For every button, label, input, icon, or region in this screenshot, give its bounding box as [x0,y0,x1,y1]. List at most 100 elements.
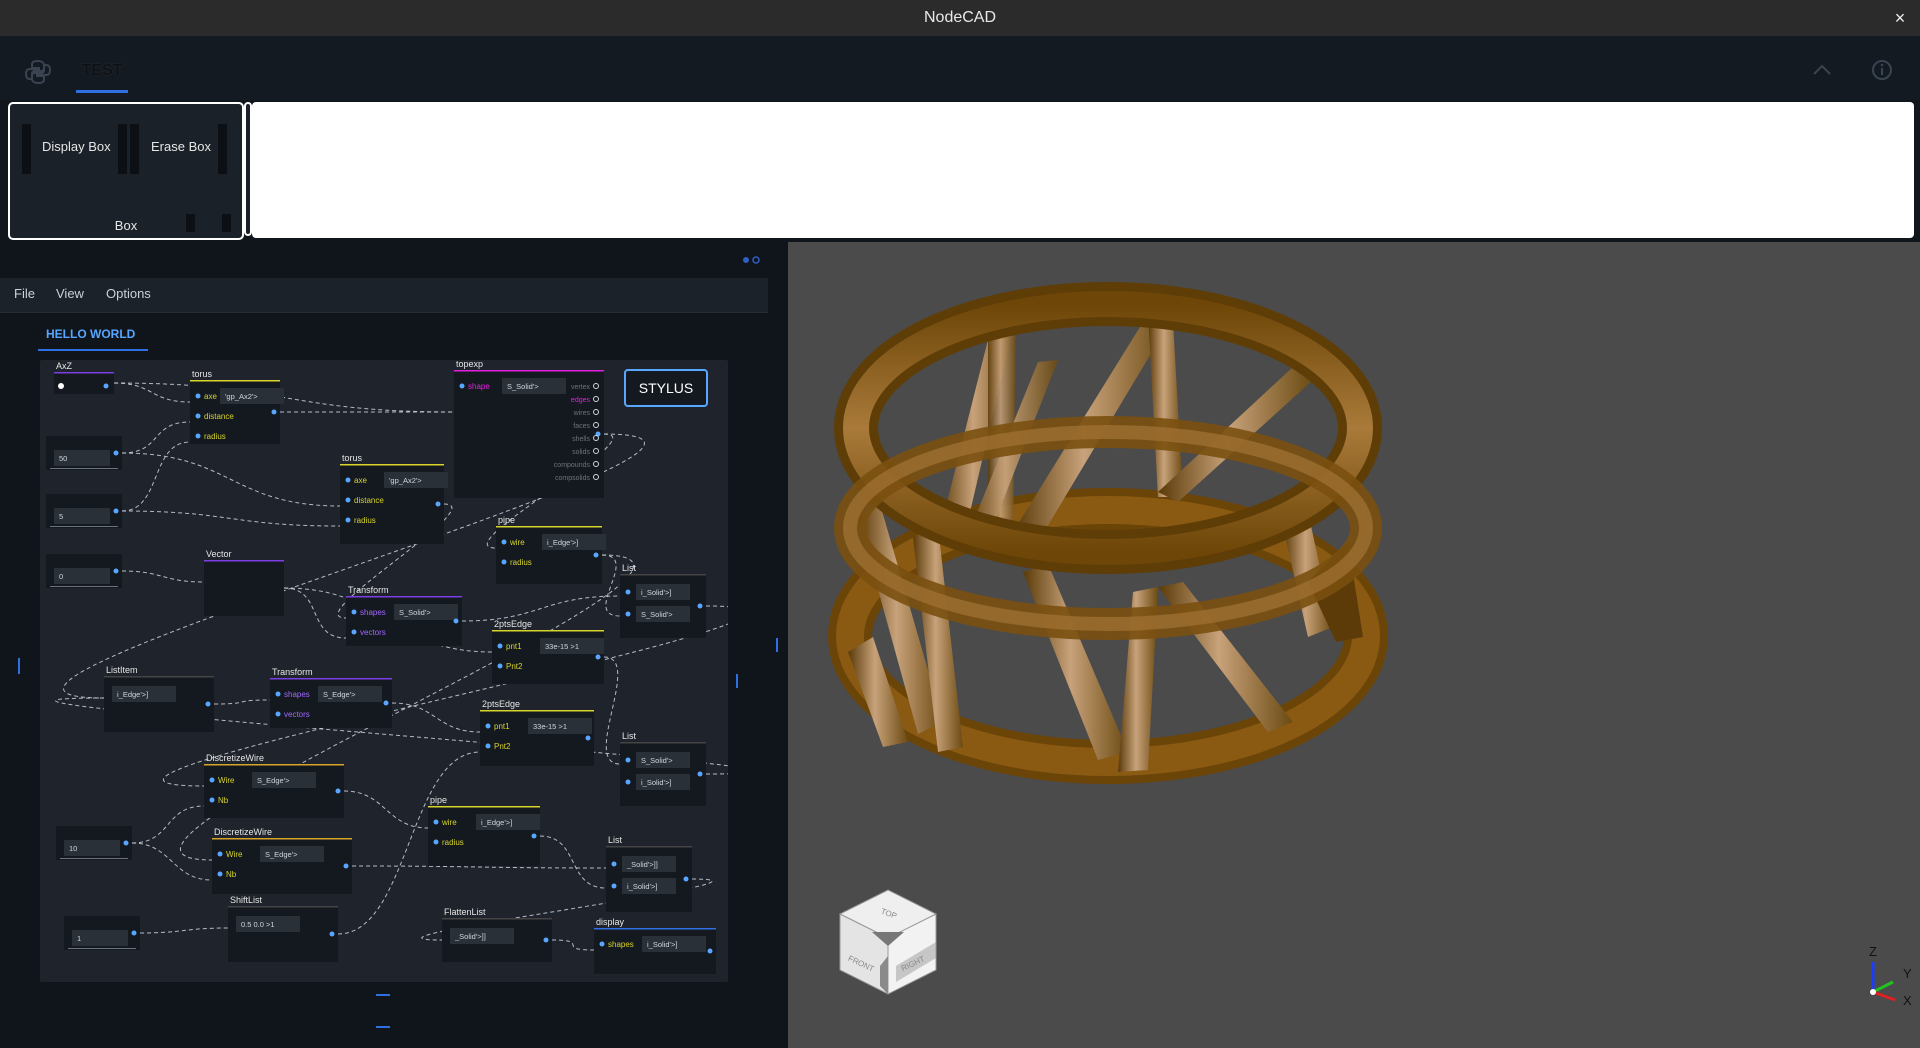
output-port[interactable] [383,700,389,706]
output-port[interactable] [543,937,549,943]
graph-node-pipe2[interactable]: pipe wire radius i_Edge'>] [428,795,540,866]
graph-node-list1[interactable]: List i_Solid'>] S_Solid'> [620,563,706,638]
input-port[interactable] [625,611,631,617]
output-port[interactable] [131,930,137,936]
output-port[interactable] [335,788,341,794]
output-port[interactable] [343,863,349,869]
input-port[interactable] [217,851,223,857]
input-port[interactable] [497,643,503,649]
graph-node-flattenlist[interactable]: FlattenList _Solid'>]] [442,907,552,962]
input-port[interactable] [345,517,351,523]
graph-node-list2[interactable]: List S_Solid'> i_Solid'>] [620,731,706,806]
output-port[interactable] [329,931,335,937]
input-port[interactable] [345,497,351,503]
input-port[interactable] [611,861,617,867]
input-port[interactable] [275,711,281,717]
graph-node-pipe1[interactable]: pipe wire radius i_Edge'>] [496,515,606,584]
graph-node-transform1[interactable]: Transform shapes vectors S_Solid'> [346,585,462,646]
stylus-button[interactable]: STYLUS [624,369,708,407]
tab-test[interactable]: TEST [74,60,130,100]
graph-node-vector[interactable]: Vector [204,549,284,616]
slider-track[interactable] [50,586,118,587]
graph-node-transform2[interactable]: Transform shapes vectors S_Edge'> [270,667,392,728]
output-port[interactable] [103,383,109,389]
output-port[interactable] [113,508,119,514]
graph-node-discwire2[interactable]: DiscretizeWire Wire Nb S_Edge'> [212,827,352,894]
erase-box-button[interactable]: Erase Box [151,139,211,154]
graph-node-twopts2[interactable]: 2ptsEdge pnt1 Pnt2 33e-15 >1 [480,699,594,766]
slider-track[interactable] [50,468,118,469]
info-icon[interactable] [1870,58,1894,82]
input-port[interactable] [599,941,605,947]
output-port[interactable] [271,409,277,415]
slider-track[interactable] [50,526,118,527]
input-port[interactable] [195,393,201,399]
input-port[interactable] [345,477,351,483]
graph-node-torus2[interactable]: torus axe distance radius 'gp_Ax2'> [340,453,448,544]
display-box-button[interactable]: Display Box [42,139,111,154]
graph-node-num2[interactable]: 5 [46,494,122,528]
input-port[interactable] [611,883,617,889]
graph-node-listitem[interactable]: ListItem i_Edge'>] [104,665,214,732]
input-port[interactable] [351,629,357,635]
output-port[interactable] [123,840,129,846]
input-port[interactable] [275,691,281,697]
input-port[interactable] [625,757,631,763]
input-port[interactable] [217,871,223,877]
slider-track[interactable] [60,858,128,859]
output-port[interactable] [683,876,689,882]
output-port[interactable] [205,701,211,707]
panel-divider[interactable] [244,102,252,236]
cylinder-lattice-model[interactable] [788,242,1920,1048]
node-graph[interactable]: AxZtorusaxedistanceradius'gp_Ax2'>torusa… [40,360,728,982]
python-icon[interactable] [24,58,52,86]
menu-file[interactable]: File [14,286,35,301]
graph-node-shiftlist[interactable]: ShiftList 0.5 0.0 >1 [228,895,338,962]
output-port[interactable] [113,450,119,456]
node-graph-canvas[interactable]: AxZ torus axe distance radius'gp_Ax2'> torus a… [40,360,728,982]
output-port[interactable] [585,735,591,741]
input-port[interactable] [485,723,491,729]
output-port[interactable] [453,618,459,624]
input-port[interactable] [433,839,439,845]
input-port[interactable] [625,779,631,785]
input-port[interactable] [209,777,215,783]
radio-indicator[interactable] [58,383,64,389]
menu-options[interactable]: Options [106,286,151,301]
graph-node-torus1[interactable]: torus axe distance radius 'gp_Ax2'> [190,369,284,444]
graph-node-num3[interactable]: 0 [46,554,122,588]
graph-node-num5[interactable]: 1 [64,916,140,950]
input-port[interactable] [497,663,503,669]
input-port[interactable] [195,413,201,419]
navigation-cube[interactable]: TOP FRONT RIGHT [828,882,948,1002]
input-port[interactable] [501,539,507,545]
output-port[interactable] [593,552,599,558]
graph-node-twopts1[interactable]: 2ptsEdge pnt1 Pnt2 33e-15 >1 [492,619,604,684]
input-port[interactable] [209,797,215,803]
graph-node-list3[interactable]: List _Solid'>]] i_Solid'>] [606,835,692,912]
output-port[interactable] [707,948,713,954]
input-port[interactable] [195,433,201,439]
close-button[interactable]: × [1890,0,1910,36]
input-port[interactable] [485,743,491,749]
input-port[interactable] [351,609,357,615]
3d-viewport[interactable]: TOP FRONT RIGHT Z Y X [788,242,1920,1048]
output-port[interactable] [595,654,601,660]
output-port[interactable] [697,603,703,609]
output-port[interactable] [435,501,441,507]
graph-node-axz[interactable]: AxZ [54,361,114,394]
input-port[interactable] [459,383,465,389]
menu-view[interactable]: View [56,286,84,301]
graph-node-num4[interactable]: 10 [56,826,132,860]
graph-node-topexp[interactable]: topexp shape S_Solid'> vertex edges wires face… [454,360,604,498]
input-port[interactable] [625,589,631,595]
output-port[interactable] [113,568,119,574]
output-port[interactable] [531,833,537,839]
slider-track[interactable] [68,948,136,949]
graph-node-num1[interactable]: 50 [46,436,122,470]
panel-toggle-icon[interactable] [742,256,766,264]
chevron-up-icon[interactable] [1810,58,1834,82]
input-port[interactable] [433,819,439,825]
output-port[interactable] [697,771,703,777]
graph-node-discwire1[interactable]: DiscretizeWire Wire Nb S_Edge'> [204,753,344,818]
